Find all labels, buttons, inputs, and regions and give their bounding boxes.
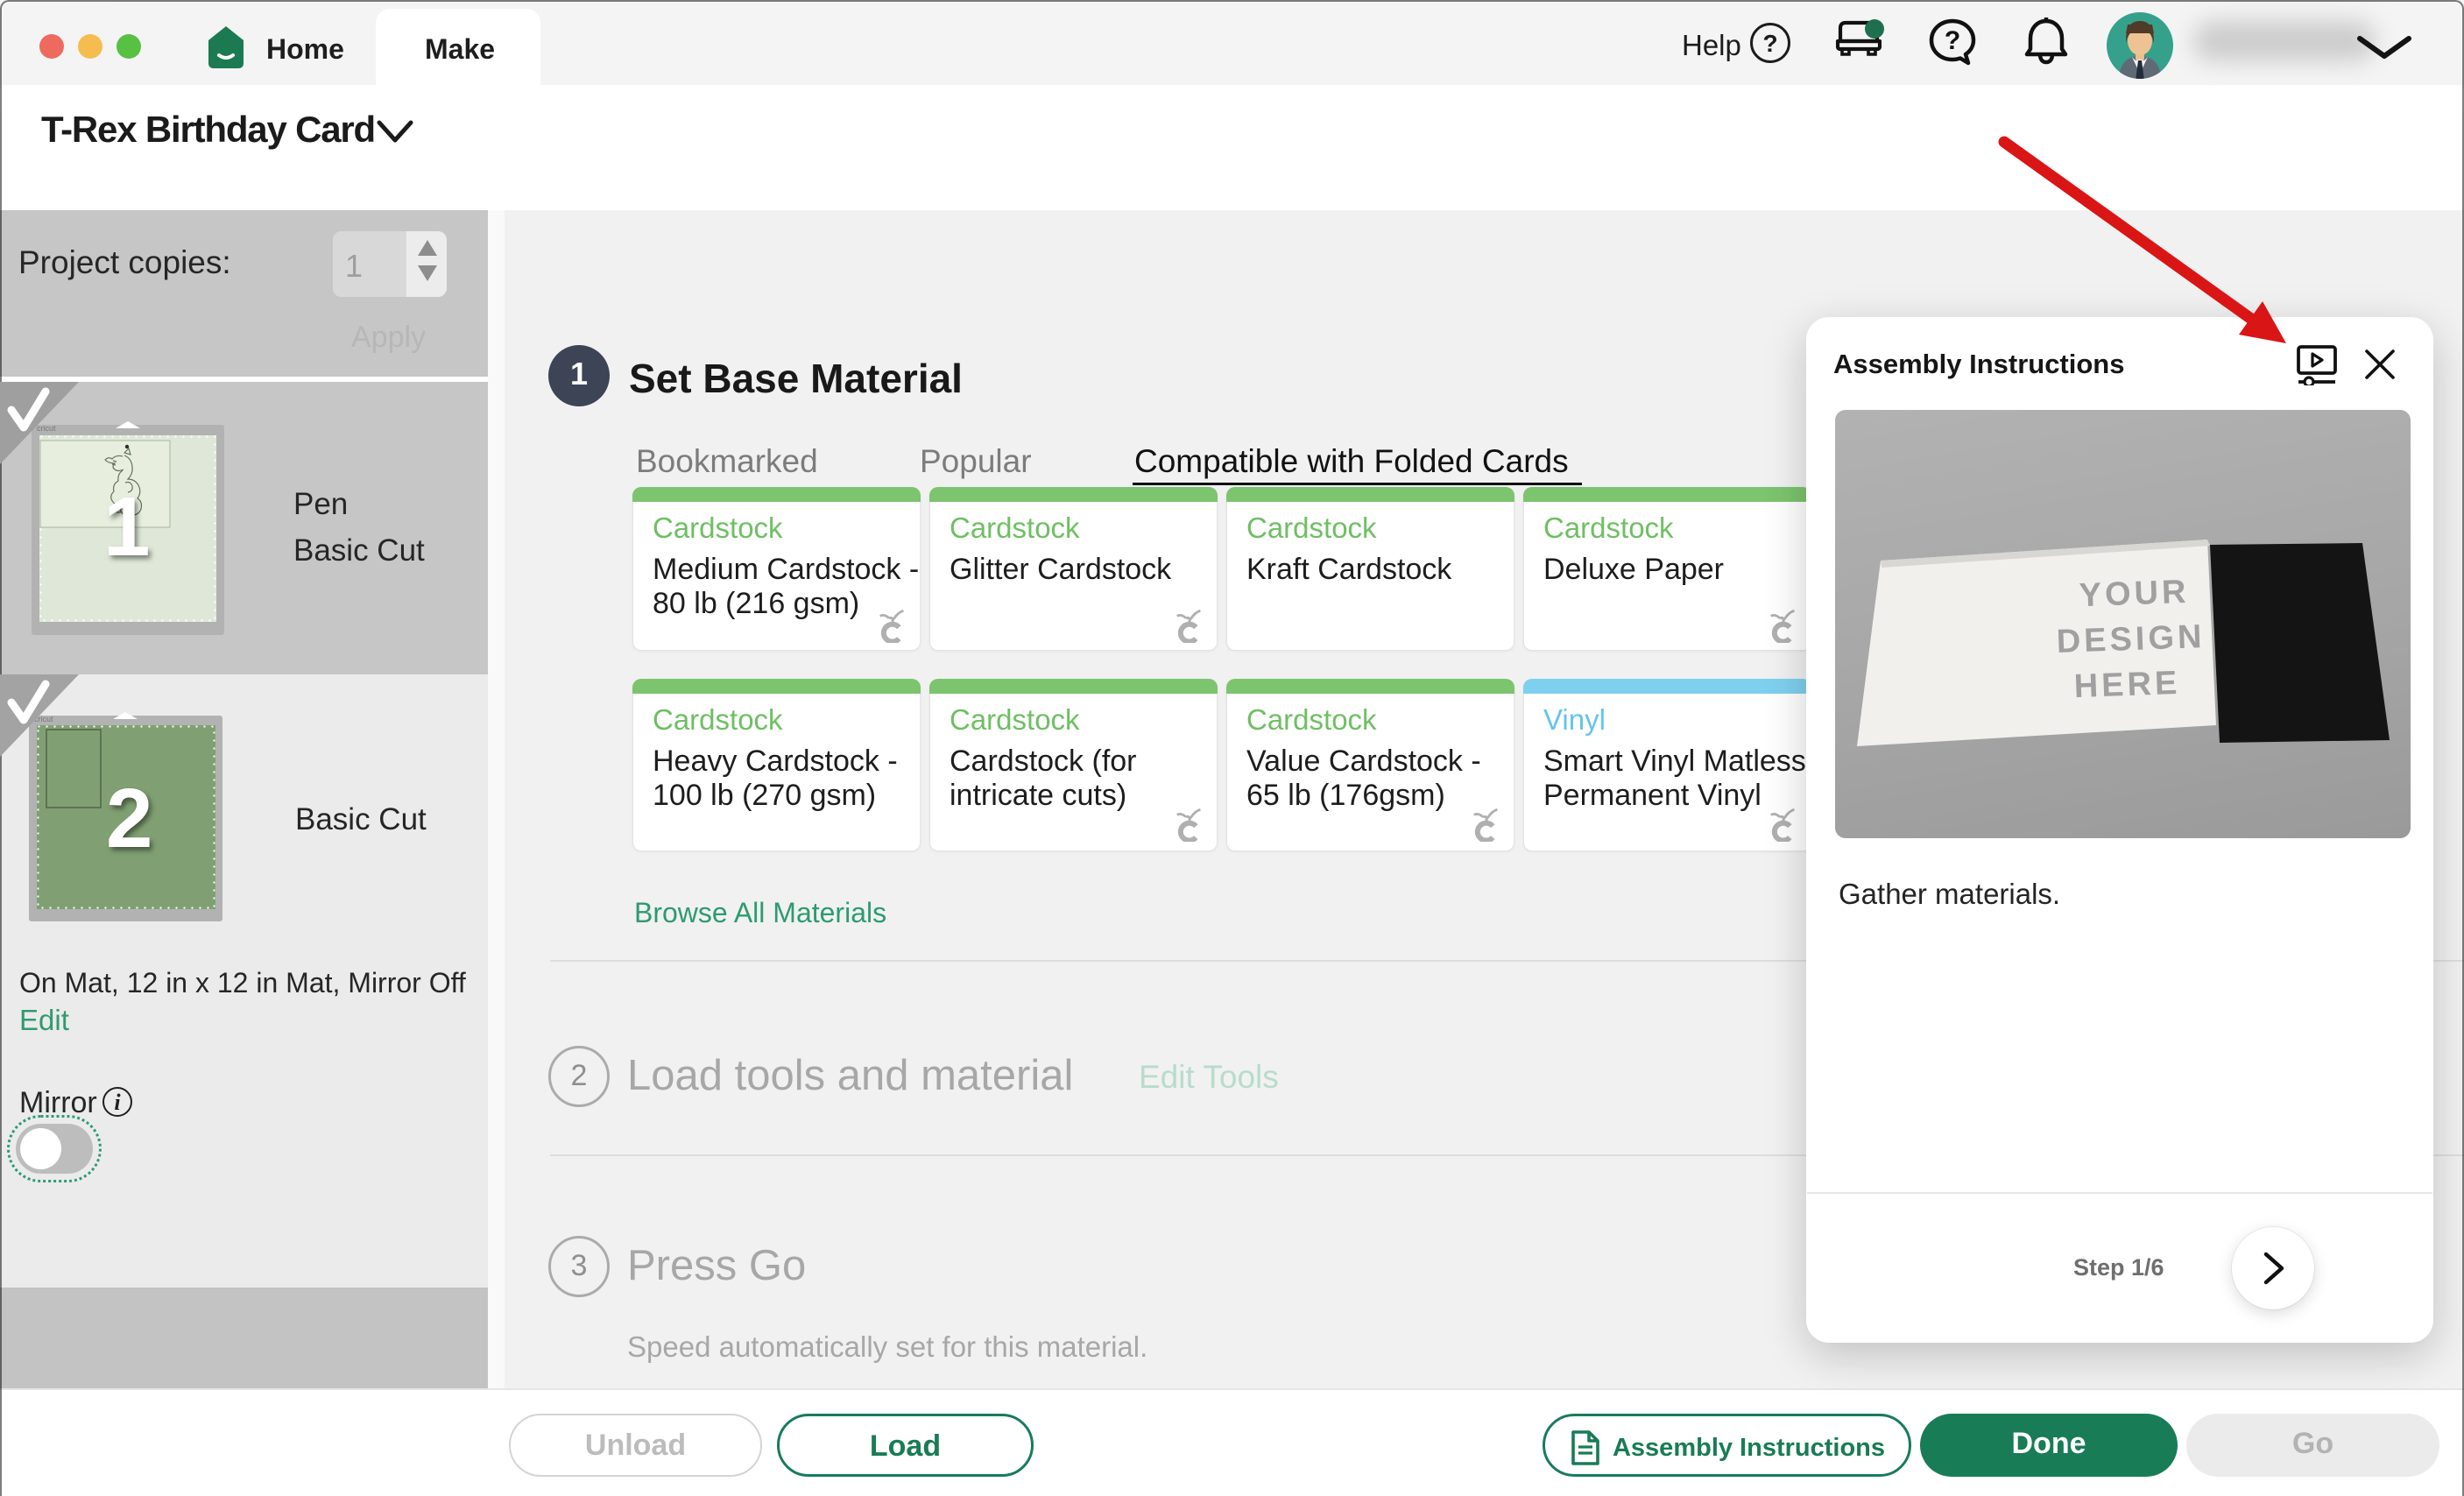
svg-text:HERE: HERE: [2073, 665, 2181, 705]
svg-text:1: 1: [103, 480, 150, 574]
svg-text:?: ?: [1945, 26, 1960, 55]
svg-text:YOUR: YOUR: [2079, 574, 2190, 614]
svg-text:2: 2: [106, 772, 152, 865]
svg-text:DESIGN: DESIGN: [2056, 618, 2206, 660]
